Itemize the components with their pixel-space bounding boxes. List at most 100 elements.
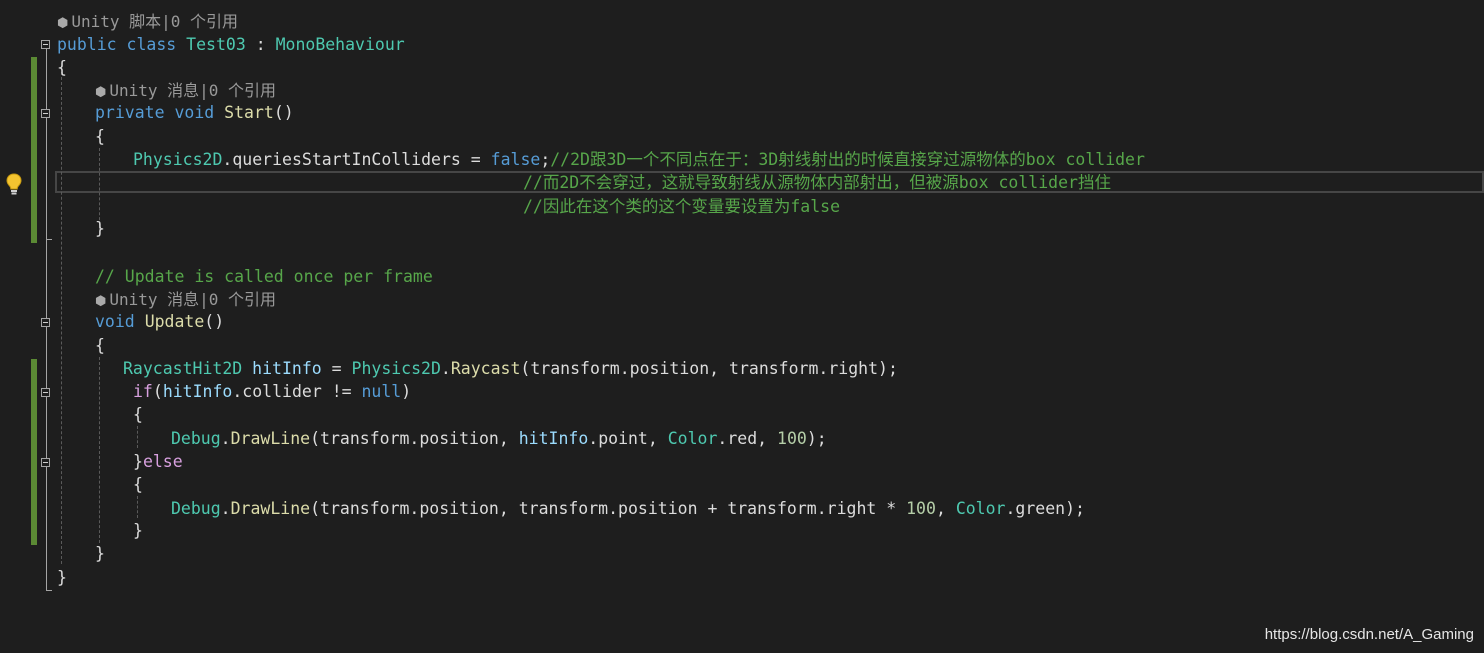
code-line-brace[interactable]: { (133, 473, 143, 496)
code-line-brace[interactable]: } (95, 217, 105, 240)
change-bar (31, 359, 37, 545)
keyword: private (95, 103, 165, 122)
dot: . (220, 499, 231, 518)
method-name: DrawLine (230, 499, 311, 518)
punctuation: : (245, 35, 276, 54)
type-name: Color (667, 429, 718, 448)
code-line-brace[interactable]: { (57, 56, 67, 79)
close-brace: } (133, 521, 143, 540)
base-class-name: MonoBehaviour (275, 35, 405, 54)
punctuation: , (935, 499, 956, 518)
member-access: .point, (588, 429, 668, 448)
type-name: Debug (171, 429, 221, 448)
parens: () (204, 312, 225, 331)
code-line-brace[interactable]: { (133, 403, 143, 426)
code-editor[interactable]: ⬢ Unity 脚本|0 个引用 public class Test03 : Mo… (0, 0, 1484, 653)
unity-cube-icon: ⬢ (57, 16, 69, 31)
code-line-comment[interactable]: //而2D不会穿过，这就导致射线从源物体内部射出，但被源box collider… (523, 171, 1111, 194)
close-brace: } (95, 219, 105, 238)
open-brace: { (133, 405, 143, 424)
keyword: false (490, 150, 541, 169)
keyword: public (57, 35, 117, 54)
type-name: RaycastHit2D (123, 359, 243, 378)
code-line-class-decl[interactable]: public class Test03 : MonoBehaviour (57, 33, 405, 56)
open-brace: { (57, 58, 67, 77)
type-name: Color (955, 499, 1006, 518)
codelens-start[interactable]: ⬢ Unity 消息|0 个引用 (95, 79, 276, 102)
method-name: DrawLine (230, 429, 311, 448)
comment: //而2D不会穿过，这就导致射线从源物体内部射出，但被源box collider… (523, 173, 1111, 192)
indent-guide (99, 357, 100, 543)
code-line-comment[interactable]: // Update is called once per frame (95, 265, 433, 288)
collapse-icon[interactable] (41, 388, 50, 397)
indent-guide (137, 426, 138, 448)
keyword: void (95, 312, 135, 331)
unity-cube-icon: ⬢ (95, 85, 107, 100)
code-line-brace[interactable]: } (57, 566, 67, 589)
collapse-icon[interactable] (41, 458, 50, 467)
outline-end (46, 590, 52, 591)
variable: hitInfo (518, 429, 589, 448)
paren: ( (152, 382, 163, 401)
codelens-update[interactable]: ⬢ Unity 消息|0 个引用 (95, 288, 276, 311)
open-brace: { (133, 475, 143, 494)
dot: . (222, 150, 233, 169)
codelens-class[interactable]: ⬢ Unity 脚本|0 个引用 (57, 10, 238, 33)
unity-cube-icon: ⬢ (95, 294, 107, 309)
control-keyword: else (142, 452, 183, 471)
comment: //2D跟3D一个不同点在于：3D射线射出的时候直接穿过源物体的box coll… (550, 150, 1145, 169)
code-line-if[interactable]: if(hitInfo.collider != null) (133, 380, 411, 403)
indent-guide (61, 67, 62, 564)
code-line-drawline-red[interactable]: Debug.DrawLine(transform.position, hitIn… (171, 427, 827, 450)
code-line-brace[interactable]: } (133, 519, 143, 542)
semicolon: ; (540, 150, 551, 169)
punctuation: ); (806, 429, 827, 448)
property: queriesStartInColliders (232, 150, 461, 169)
collapse-icon[interactable] (41, 109, 50, 118)
dot: . (440, 359, 451, 378)
arguments: (transform.position, (310, 429, 519, 448)
variable: hitInfo (252, 359, 322, 378)
arguments: (transform.position, transform.right); (520, 359, 898, 378)
variable: hitInfo (162, 382, 233, 401)
code-line-brace[interactable]: { (95, 125, 105, 148)
arguments: (transform.position, transform.position … (310, 499, 907, 518)
number: 100 (906, 499, 936, 518)
indent-guide (137, 496, 138, 518)
code-line-drawline-green[interactable]: Debug.DrawLine(transform.position, trans… (171, 497, 1085, 520)
watermark: https://blog.csdn.net/A_Gaming (1264, 626, 1474, 643)
open-brace: { (95, 336, 105, 355)
number: 100 (777, 429, 807, 448)
code-line-brace[interactable]: } (95, 542, 105, 565)
comment: // Update is called once per frame (95, 267, 433, 286)
code-line-comment[interactable]: //因此在这个类的这个变量要设置为false (523, 195, 840, 218)
lightbulb-icon[interactable] (5, 173, 23, 197)
change-bar (31, 57, 37, 243)
parens: () (273, 103, 294, 122)
code-line-update-decl[interactable]: void Update() (95, 310, 224, 333)
dot: . (220, 429, 231, 448)
close-brace: } (133, 452, 143, 471)
keyword: null (361, 382, 402, 401)
code-line-brace[interactable]: { (95, 334, 105, 357)
code-line-else[interactable]: }else (133, 450, 183, 473)
control-keyword: if (133, 382, 153, 401)
operator: = (460, 150, 491, 169)
type-name: Debug (171, 499, 221, 518)
method-name: Raycast (450, 359, 521, 378)
operator: = (321, 359, 352, 378)
open-brace: { (95, 127, 105, 146)
close-brace: } (57, 568, 67, 587)
code-line-raycast[interactable]: RaycastHit2D hitInfo = Physics2D.Raycast… (123, 357, 898, 380)
method-name: Update (144, 312, 205, 331)
member-access: .green); (1005, 499, 1085, 518)
type-name: Physics2D (351, 359, 441, 378)
keyword: void (174, 103, 215, 122)
collapse-icon[interactable] (41, 40, 50, 49)
method-name: Start (224, 103, 274, 122)
comment: //因此在这个类的这个变量要设置为false (523, 197, 841, 216)
member-access: .collider != (232, 382, 362, 401)
code-line-physics-setting[interactable]: Physics2D.queriesStartInColliders = fals… (133, 148, 1145, 171)
code-line-start-decl[interactable]: private void Start() (95, 101, 294, 124)
collapse-icon[interactable] (41, 318, 50, 327)
